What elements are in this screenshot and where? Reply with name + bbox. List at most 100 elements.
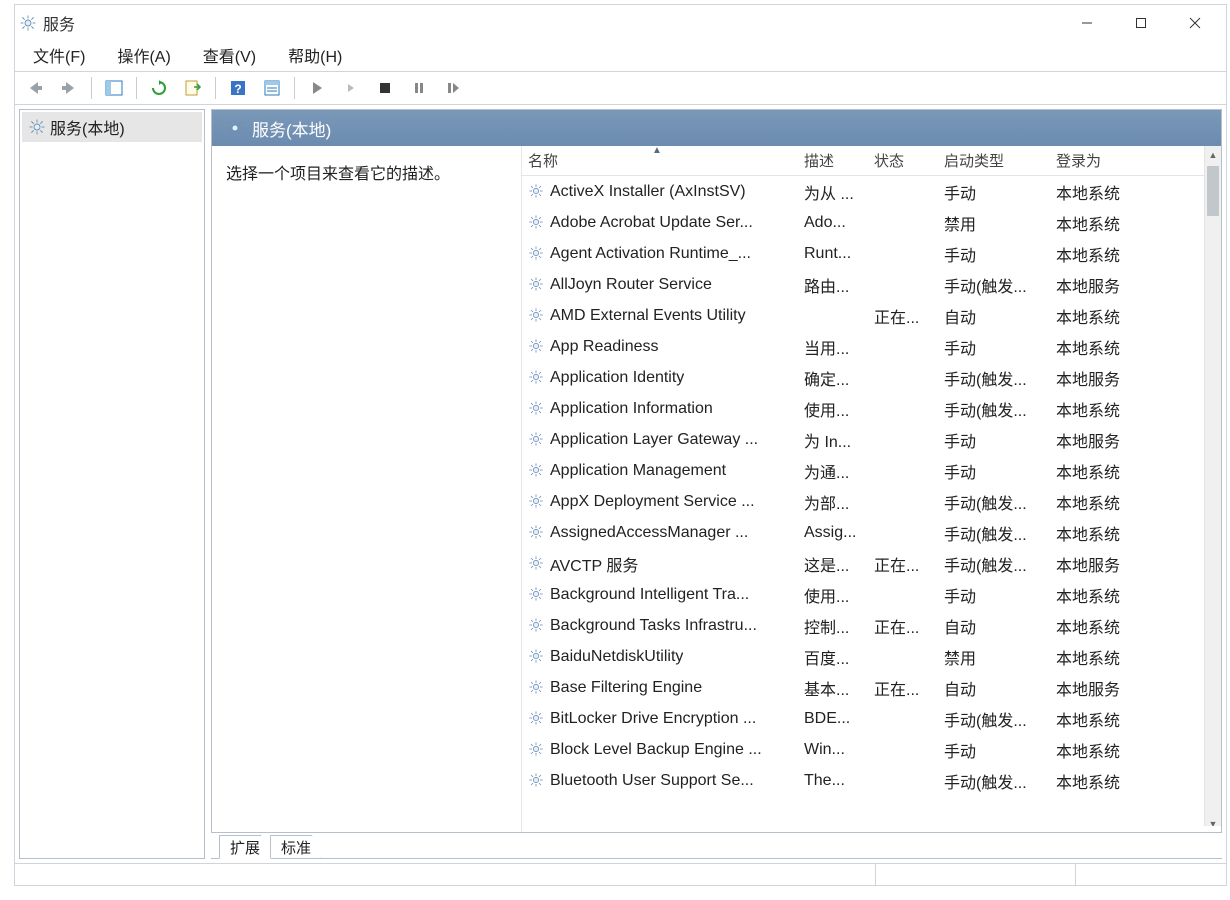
status-segment	[876, 864, 1076, 885]
gear-icon	[528, 710, 546, 728]
service-name: AVCTP 服务	[550, 552, 638, 576]
scroll-thumb[interactable]	[1207, 166, 1219, 216]
console-tree[interactable]: 服务(本地)	[19, 109, 205, 859]
services-list[interactable]: ▲ 名称 描述 状态 启动类型 登录为 ActiveX Installer (A…	[522, 146, 1204, 832]
pause-service-button[interactable]	[403, 74, 435, 102]
table-row[interactable]: Background Tasks Infrastru...控制...正在...自…	[522, 610, 1204, 641]
table-row[interactable]: Base Filtering Engine基本...正在...自动本地服务	[522, 672, 1204, 703]
table-row[interactable]: AMD External Events Utility正在...自动本地系统	[522, 300, 1204, 331]
service-startup: 手动(触发...	[938, 490, 1050, 514]
service-description: 为通...	[798, 459, 868, 483]
scroll-up-button[interactable]: ▲	[1205, 146, 1221, 163]
column-description[interactable]: 描述	[798, 150, 868, 171]
tab-standard[interactable]: 标准	[270, 835, 322, 859]
restart-service-button[interactable]	[437, 74, 469, 102]
table-row[interactable]: BitLocker Drive Encryption ...BDE...手动(触…	[522, 703, 1204, 734]
help-button[interactable]: ?	[222, 74, 254, 102]
menu-view[interactable]: 查看(V)	[199, 41, 260, 69]
service-name: Base Filtering Engine	[550, 679, 702, 697]
table-row[interactable]: Application Information使用...手动(触发...本地系统	[522, 393, 1204, 424]
gear-icon	[528, 276, 546, 294]
gear-icon	[528, 338, 546, 356]
service-description: 确定...	[798, 366, 868, 390]
service-startup: 手动	[938, 335, 1050, 359]
start-service-button[interactable]	[301, 74, 333, 102]
service-logon: 本地系统	[1050, 614, 1160, 638]
service-status: 正在...	[868, 304, 938, 328]
service-description: 当用...	[798, 335, 868, 359]
menu-action[interactable]: 操作(A)	[113, 41, 174, 69]
service-name: Application Management	[550, 462, 726, 480]
service-startup: 手动(触发...	[938, 552, 1050, 576]
table-row[interactable]: Block Level Backup Engine ...Win...手动本地系…	[522, 734, 1204, 765]
close-button[interactable]	[1168, 8, 1222, 38]
title-bar[interactable]: 服务	[15, 5, 1226, 41]
menu-file[interactable]: 文件(F)	[29, 41, 89, 69]
service-status: 正在...	[868, 614, 938, 638]
properties-button[interactable]	[256, 74, 288, 102]
pane-title: 服务(本地)	[252, 116, 331, 141]
service-startup: 手动	[938, 180, 1050, 204]
service-logon: 本地服务	[1050, 552, 1160, 576]
show-hide-tree-button[interactable]	[98, 74, 130, 102]
table-row[interactable]: Agent Activation Runtime_...Runt...手动本地系…	[522, 238, 1204, 269]
play-small-button[interactable]	[335, 74, 367, 102]
table-row[interactable]: AVCTP 服务这是...正在...手动(触发...本地服务	[522, 548, 1204, 579]
back-button[interactable]	[19, 74, 51, 102]
maximize-button[interactable]	[1114, 8, 1168, 38]
view-tabs: 扩展 标准	[211, 833, 1222, 859]
service-logon: 本地系统	[1050, 645, 1160, 669]
table-row[interactable]: App Readiness当用...手动本地系统	[522, 331, 1204, 362]
gear-icon	[528, 214, 546, 232]
service-name: Agent Activation Runtime_...	[550, 245, 751, 263]
forward-button[interactable]	[53, 74, 85, 102]
gear-icon	[528, 524, 546, 542]
table-row[interactable]: Background Intelligent Tra...使用...手动本地系统	[522, 579, 1204, 610]
sort-indicator-icon: ▲	[652, 146, 662, 156]
service-logon: 本地系统	[1050, 335, 1160, 359]
table-row[interactable]: Application Layer Gateway ...为 In...手动本地…	[522, 424, 1204, 455]
status-segment	[15, 864, 876, 885]
service-status: 正在...	[868, 552, 938, 576]
table-row[interactable]: Application Management为通...手动本地系统	[522, 455, 1204, 486]
detail-pane: 服务(本地) 选择一个项目来查看它的描述。 ▲ 名称 描述	[211, 109, 1222, 833]
service-description: The...	[798, 772, 868, 790]
table-row[interactable]: Application Identity确定...手动(触发...本地服务	[522, 362, 1204, 393]
table-row[interactable]: BaiduNetdiskUtility百度...禁用本地系统	[522, 641, 1204, 672]
gear-icon	[28, 118, 46, 136]
service-name: ActiveX Installer (AxInstSV)	[550, 183, 746, 201]
gear-icon	[528, 462, 546, 480]
gear-icon	[528, 679, 546, 697]
table-row[interactable]: AllJoyn Router Service路由...手动(触发...本地服务	[522, 269, 1204, 300]
menu-help[interactable]: 帮助(H)	[284, 41, 346, 69]
service-logon: 本地系统	[1050, 521, 1160, 545]
table-row[interactable]: Adobe Acrobat Update Ser...Ado...禁用本地系统	[522, 207, 1204, 238]
column-headers[interactable]: ▲ 名称 描述 状态 启动类型 登录为	[522, 146, 1204, 176]
gear-icon	[528, 183, 546, 201]
vertical-scrollbar[interactable]: ▲ ▼	[1204, 146, 1221, 832]
tree-node-services-local[interactable]: 服务(本地)	[22, 112, 202, 142]
service-startup: 手动(触发...	[938, 521, 1050, 545]
status-segment	[1076, 864, 1226, 885]
minimize-button[interactable]	[1060, 8, 1114, 38]
window-title: 服务	[43, 11, 75, 35]
service-description: 基本...	[798, 676, 868, 700]
description-pane: 选择一个项目来查看它的描述。	[212, 146, 522, 832]
stop-service-button[interactable]	[369, 74, 401, 102]
service-name: Block Level Backup Engine ...	[550, 741, 762, 759]
table-row[interactable]: AssignedAccessManager ...Assig...手动(触发..…	[522, 517, 1204, 548]
service-startup: 手动	[938, 428, 1050, 452]
column-startup[interactable]: 启动类型	[938, 150, 1050, 171]
table-row[interactable]: ActiveX Installer (AxInstSV)为从 ...手动本地系统	[522, 176, 1204, 207]
column-status[interactable]: 状态	[868, 150, 938, 171]
table-row[interactable]: AppX Deployment Service ...为部...手动(触发...…	[522, 486, 1204, 517]
table-row[interactable]: Bluetooth User Support Se...The...手动(触发.…	[522, 765, 1204, 796]
service-logon: 本地系统	[1050, 304, 1160, 328]
column-logon[interactable]: 登录为	[1050, 150, 1160, 171]
export-list-button[interactable]	[177, 74, 209, 102]
service-logon: 本地系统	[1050, 738, 1160, 762]
tab-extended[interactable]: 扩展	[219, 835, 271, 859]
refresh-button[interactable]	[143, 74, 175, 102]
gear-icon	[226, 119, 244, 137]
service-description: 为部...	[798, 490, 868, 514]
